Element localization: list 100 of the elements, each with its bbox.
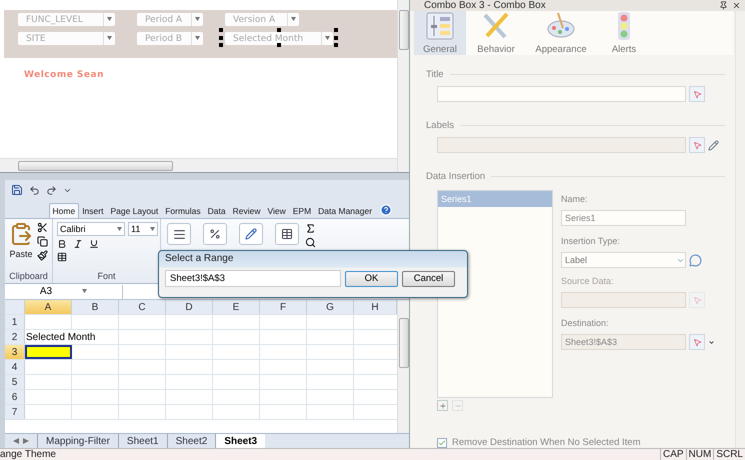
underline-icon[interactable] <box>89 239 99 249</box>
section-label: Title <box>426 69 444 80</box>
cell-picker-button[interactable] <box>689 86 705 102</box>
field-label: Source Data: <box>561 276 615 286</box>
column-header[interactable]: C <box>119 300 166 314</box>
dialog-title: Select a Range <box>165 253 234 264</box>
column-header[interactable]: B <box>72 300 119 314</box>
cursor-icon <box>692 296 702 304</box>
ribbon-tab[interactable]: Data <box>204 203 230 218</box>
selection-handle <box>277 28 281 32</box>
speech-bubble-icon[interactable] <box>689 254 702 266</box>
status-indicator: CAP <box>660 449 686 460</box>
dialog-button[interactable]: Cancel <box>402 270 455 286</box>
column-header[interactable]: F <box>260 300 307 314</box>
table-icon <box>281 228 293 240</box>
row-header[interactable]: 2 <box>5 330 25 344</box>
ribbon-tab[interactable]: Data Manager <box>314 203 376 218</box>
ribbon-tab[interactable]: Home <box>49 203 79 218</box>
property-tab[interactable]: Behavior <box>466 11 526 55</box>
tools-icon <box>481 11 511 41</box>
column-header[interactable]: A <box>25 300 72 314</box>
checkbox[interactable] <box>437 438 447 448</box>
find-icon[interactable] <box>305 237 316 248</box>
name-field[interactable]: Series1 <box>561 210 686 226</box>
source-data-field[interactable] <box>561 292 686 308</box>
sliders-icon <box>425 11 455 41</box>
horizontal-scrollbar[interactable] <box>0 158 397 172</box>
next-sheet-icon[interactable] <box>23 438 29 444</box>
field-label: Insertion Type: <box>561 236 621 246</box>
align-icon <box>172 228 186 240</box>
ribbon-tab[interactable]: Page Layout <box>106 203 162 218</box>
percent-icon <box>209 228 221 240</box>
property-tab[interactable]: Appearance <box>526 11 596 55</box>
status-text: ange Theme <box>0 449 56 460</box>
ribbon-tab[interactable]: Formulas <box>162 203 204 218</box>
group-label: Clipboard <box>9 271 48 283</box>
edit-icon[interactable] <box>708 140 719 150</box>
sum-icon[interactable] <box>305 223 316 234</box>
help-icon[interactable] <box>380 204 392 216</box>
italic-icon[interactable] <box>73 239 83 249</box>
font-size-field[interactable]: 11 <box>128 222 158 236</box>
plus-icon <box>438 402 446 410</box>
ribbon-tab[interactable]: Insert <box>78 203 107 218</box>
cell-picker-button[interactable] <box>689 137 705 153</box>
redo-icon[interactable] <box>46 184 57 196</box>
panel-title: Combo Box 3 - Combo Box <box>424 0 546 11</box>
insertion-type-dropdown[interactable]: Label <box>561 252 686 268</box>
column-header[interactable]: E <box>213 300 260 314</box>
alignment-button[interactable] <box>167 223 191 245</box>
table-cell: Selected Month <box>25 330 119 344</box>
cursor-icon <box>692 140 702 150</box>
add-button[interactable] <box>437 400 448 411</box>
row-header[interactable]: 5 <box>5 375 25 389</box>
row-header[interactable]: 7 <box>5 405 25 419</box>
number-format-button[interactable] <box>203 223 227 245</box>
section-label: Labels <box>426 120 454 131</box>
property-tab[interactable]: Alerts <box>596 11 652 55</box>
paste-label: Paste <box>9 249 32 259</box>
dialog-button[interactable]: OK <box>345 270 398 286</box>
caret-icon[interactable] <box>708 338 715 346</box>
ribbon-tab[interactable]: View <box>264 203 290 218</box>
welcome-text: Welcome Sean <box>24 70 104 80</box>
column-header[interactable]: D <box>166 300 213 314</box>
field-label: Destination: <box>561 318 610 328</box>
column-header[interactable]: G <box>307 300 354 314</box>
format-painter-icon[interactable] <box>37 250 48 261</box>
selection-handle <box>277 43 281 47</box>
cut-icon[interactable] <box>37 222 48 233</box>
styles-button[interactable] <box>239 223 263 245</box>
cursor-icon <box>692 338 702 346</box>
section-label: Data Insertion <box>426 171 486 182</box>
cell-picker-button[interactable] <box>689 334 705 350</box>
ribbon-tab[interactable]: EPM <box>289 203 315 218</box>
status-indicator: SCRL <box>713 449 745 460</box>
sheet-tab[interactable]: Sheet3 <box>215 434 266 448</box>
vertical-scrollbar[interactable] <box>397 300 409 433</box>
vertical-scrollbar[interactable] <box>397 0 409 172</box>
borders-icon[interactable] <box>57 252 67 262</box>
cells-button[interactable] <box>275 223 299 245</box>
close-icon[interactable] <box>732 1 741 10</box>
range-field[interactable]: Sheet3!$A$3 <box>165 270 341 287</box>
active-cell[interactable] <box>25 345 72 359</box>
save-icon[interactable] <box>11 184 23 196</box>
font-name-field[interactable]: Calibri <box>57 222 125 236</box>
copy-icon[interactable] <box>37 236 48 247</box>
row-header[interactable]: 6 <box>5 390 25 404</box>
property-tab[interactable]: General <box>414 11 466 55</box>
pencil-icon <box>245 228 257 240</box>
bold-icon[interactable] <box>57 239 67 249</box>
pin-icon[interactable] <box>719 1 728 10</box>
row-header[interactable]: 1 <box>5 315 25 329</box>
field-label: Name: <box>561 194 589 204</box>
previous-sheet-icon[interactable] <box>13 438 19 444</box>
column-header[interactable]: H <box>354 300 397 314</box>
check-icon <box>438 438 446 446</box>
undo-icon[interactable] <box>29 184 40 196</box>
title-field[interactable] <box>437 86 686 102</box>
ribbon-tab[interactable]: Review <box>229 203 264 218</box>
row-header[interactable]: 3 <box>5 345 25 359</box>
row-header[interactable]: 4 <box>5 360 25 374</box>
